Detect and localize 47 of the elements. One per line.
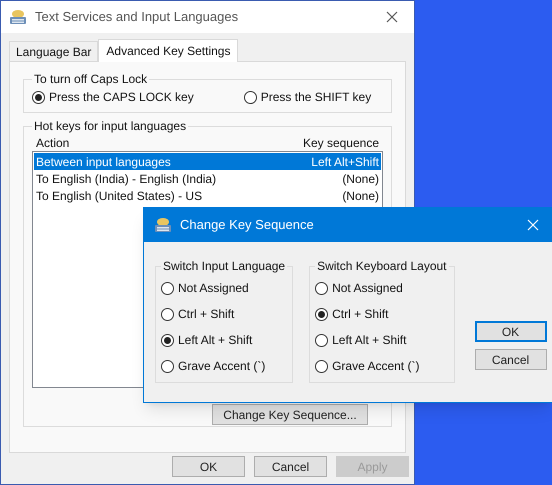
close-icon[interactable] [386, 11, 398, 23]
radio-label: Press the CAPS LOCK key [49, 89, 194, 106]
window-title: Text Services and Input Languages [35, 8, 240, 26]
dialog-button[interactable]: Change Key Sequence... [212, 404, 368, 425]
group-title: To turn off Caps Lock [33, 71, 148, 88]
keyboard-icon [9, 9, 27, 25]
radio-label: Press the SHIFT key [260, 89, 372, 106]
list-row[interactable]: Between input languages Left Alt+Shift [34, 153, 381, 170]
group-title: Hot keys for input languages [33, 118, 188, 135]
tab[interactable]: Language Bar [9, 41, 98, 61]
radio-button[interactable] [315, 308, 328, 320]
radio-label: Not Assigned [178, 280, 249, 297]
list-row[interactable]: To English (India) - English (India) (None) [34, 170, 381, 187]
column-header: Key sequence [302, 134, 379, 152]
radio-button[interactable] [161, 308, 174, 320]
column-header: Action [36, 134, 70, 152]
dialog-title: Change Key Sequence [180, 216, 315, 234]
keyboard-icon [154, 217, 172, 233]
group-title: Switch Keyboard Layout [316, 258, 448, 275]
radio-button[interactable] [315, 282, 328, 294]
row-key-sequence: (None) [342, 170, 379, 188]
radio-label: Left Alt + Shift [332, 332, 406, 349]
radio-label: Grave Accent (`) [178, 358, 266, 375]
row-action: Between input languages [36, 154, 171, 170]
radio-label: Not Assigned [332, 280, 403, 297]
radio-button[interactable] [244, 90, 257, 104]
radio-button[interactable] [315, 360, 328, 372]
row-key-sequence: (None) [342, 188, 379, 204]
row-action: To English (India) - English (India) [36, 170, 216, 188]
dialog-button[interactable]: OK [474, 321, 547, 342]
radio-button[interactable] [32, 90, 45, 104]
radio-button[interactable] [315, 334, 328, 346]
radio-button[interactable] [161, 282, 174, 294]
radio-label: Ctrl + Shift [332, 306, 388, 323]
list-row[interactable]: To English (United States) - US (None) [34, 187, 381, 204]
radio-button[interactable] [161, 334, 174, 346]
radio-button[interactable] [161, 360, 174, 372]
dialog-button[interactable]: Cancel [254, 456, 327, 477]
tab[interactable]: Advanced Key Settings [98, 39, 238, 62]
radio-label: Ctrl + Shift [178, 306, 234, 323]
dialog-button[interactable]: Cancel [474, 349, 547, 370]
row-key-sequence: Left Alt+Shift [311, 154, 379, 170]
group-title: Switch Input Language [162, 258, 286, 275]
row-action: To English (United States) - US [36, 188, 202, 204]
radio-label: Left Alt + Shift [178, 332, 252, 349]
radio-label: Grave Accent (`) [332, 358, 420, 375]
dialog-button[interactable]: OK [172, 456, 245, 477]
